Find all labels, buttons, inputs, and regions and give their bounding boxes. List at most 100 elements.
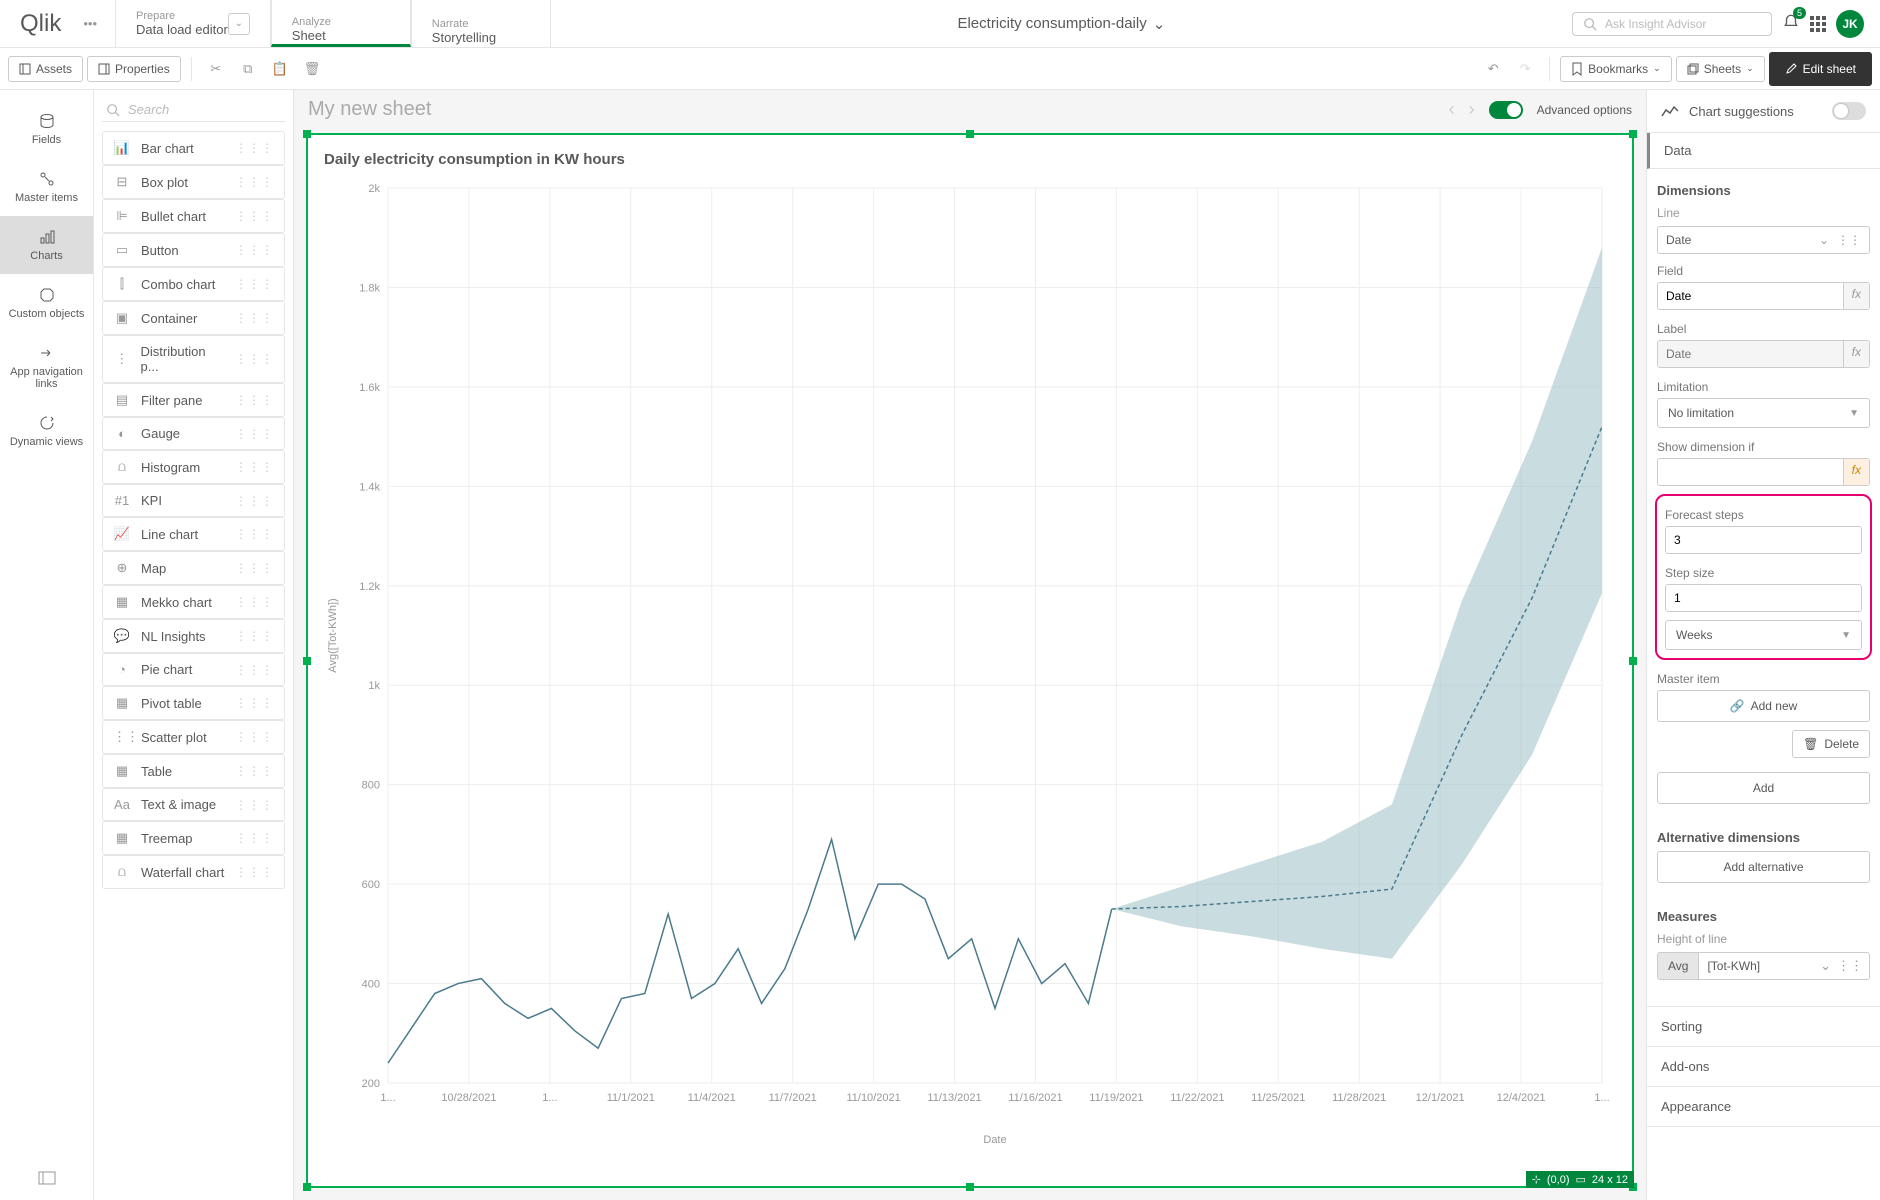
drag-handle-icon[interactable]: ⋮⋮⋮ [235, 209, 274, 223]
bookmarks-button[interactable]: Bookmarks⌄ [1560, 56, 1672, 82]
chart-object[interactable]: Daily electricity consumption in KW hour… [306, 133, 1634, 1188]
chevron-down-icon[interactable]: ⌄ [228, 13, 250, 35]
fx-button[interactable]: fx [1843, 459, 1869, 485]
chart-type-item[interactable]: ▦Mekko chart⋮⋮⋮ [102, 585, 285, 619]
drag-handle-icon[interactable]: ⋮⋮⋮ [235, 427, 274, 441]
add-new-button[interactable]: 🔗Add new [1657, 690, 1870, 722]
chart-type-item[interactable]: ▦Table⋮⋮⋮ [102, 754, 285, 788]
chart-type-item[interactable]: ⫿Combo chart⋮⋮⋮ [102, 267, 285, 301]
drag-handle-icon[interactable]: ⋮⋮⋮ [235, 243, 274, 257]
chart-type-item[interactable]: 📊Bar chart⋮⋮⋮ [102, 131, 285, 165]
chart-search[interactable]: Search [102, 98, 285, 122]
add-button[interactable]: Add [1657, 772, 1870, 804]
apps-grid-icon[interactable] [1810, 16, 1826, 32]
field-input[interactable] [1658, 283, 1843, 309]
drag-handle-icon[interactable]: ⋮⋮⋮ [235, 831, 274, 845]
drag-handle-icon[interactable]: ⋮⋮ [1837, 233, 1861, 247]
drag-handle-icon[interactable]: ⋮⋮⋮ [235, 175, 274, 189]
drag-handle-icon[interactable]: ⋮⋮⋮ [235, 460, 274, 474]
label-input[interactable] [1658, 341, 1843, 367]
chart-type-item[interactable]: #1KPI⋮⋮⋮ [102, 484, 285, 517]
drag-handle-icon[interactable]: ⋮⋮⋮ [235, 730, 274, 744]
suggestions-toggle[interactable] [1832, 102, 1866, 120]
condition-input[interactable] [1658, 459, 1843, 485]
fx-button[interactable]: fx [1843, 341, 1869, 367]
drag-handle-icon[interactable]: ⋮⋮⋮ [235, 764, 274, 778]
nav-tab-analyze[interactable]: AnalyzeSheet [271, 0, 411, 47]
section-sorting[interactable]: Sorting [1647, 1007, 1880, 1047]
paste-icon[interactable]: 📋 [266, 55, 294, 83]
measure-pill[interactable]: Avg [Tot-KWh] ⌄⋮⋮ [1657, 952, 1870, 980]
drag-handle-icon[interactable]: ⋮⋮⋮ [235, 311, 274, 325]
leftnav-appnav[interactable]: App navigation links [0, 332, 93, 402]
chart-type-item[interactable]: ▤Filter pane⋮⋮⋮ [102, 383, 285, 417]
drag-handle-icon[interactable]: ⋮⋮⋮ [235, 663, 274, 677]
drag-handle-icon[interactable]: ⋮⋮⋮ [235, 527, 274, 541]
leftnav-fields[interactable]: Fields [0, 100, 93, 158]
delete-icon[interactable]: 🗑 [298, 55, 326, 83]
fx-button[interactable]: fx [1843, 283, 1869, 309]
undo-icon[interactable]: ↶ [1479, 55, 1507, 83]
chart-type-item[interactable]: ▣Container⋮⋮⋮ [102, 301, 285, 335]
properties-button[interactable]: Properties [87, 56, 181, 82]
chart-type-item[interactable]: ⋮Distribution p...⋮⋮⋮ [102, 335, 285, 383]
asset-panel-collapse-icon[interactable] [26, 1159, 68, 1200]
chart-type-item[interactable]: ⊕Map⋮⋮⋮ [102, 551, 285, 585]
next-sheet-icon[interactable]: › [1469, 99, 1475, 120]
avatar[interactable]: JK [1836, 10, 1864, 38]
forecast-steps-input[interactable] [1666, 527, 1861, 553]
more-icon[interactable]: ••• [73, 16, 107, 31]
drag-handle-icon[interactable]: ⋮⋮⋮ [235, 595, 274, 609]
advanced-toggle[interactable] [1489, 101, 1523, 119]
chart-type-item[interactable]: ⋮⋮Scatter plot⋮⋮⋮ [102, 720, 285, 754]
section-addons[interactable]: Add-ons [1647, 1047, 1880, 1087]
insight-search[interactable]: Ask Insight Advisor [1572, 12, 1772, 36]
drag-handle-icon[interactable]: ⋮⋮⋮ [235, 865, 274, 879]
chart-type-item[interactable]: ◐Gauge⋮⋮⋮ [102, 417, 285, 450]
chart-type-item[interactable]: ⊫Bullet chart⋮⋮⋮ [102, 199, 285, 233]
chart-type-item[interactable]: ⩍Histogram⋮⋮⋮ [102, 450, 285, 484]
chart-type-item[interactable]: ▦Pivot table⋮⋮⋮ [102, 686, 285, 720]
add-alternative-button[interactable]: Add alternative [1657, 851, 1870, 883]
cut-icon[interactable]: ✂ [202, 55, 230, 83]
step-unit-select[interactable]: Weeks▼ [1665, 620, 1862, 650]
nav-tab-prepare[interactable]: PrepareData load editor ⌄ [115, 0, 271, 47]
drag-handle-icon[interactable]: ⋮⋮⋮ [235, 352, 274, 366]
limitation-select[interactable]: No limitation▼ [1657, 398, 1870, 428]
drag-handle-icon[interactable]: ⋮⋮⋮ [235, 494, 274, 508]
section-appearance[interactable]: Appearance [1647, 1087, 1880, 1127]
chart-type-item[interactable]: ⊟Box plot⋮⋮⋮ [102, 165, 285, 199]
assets-button[interactable]: Assets [8, 56, 83, 82]
drag-handle-icon[interactable]: ⋮⋮⋮ [235, 629, 274, 643]
app-title[interactable]: Electricity consumption-daily⌄ [551, 15, 1572, 33]
redo-icon[interactable]: ↷ [1511, 55, 1539, 83]
prev-sheet-icon[interactable]: ‹ [1449, 99, 1455, 120]
chart-suggestions[interactable]: Chart suggestions [1647, 90, 1880, 133]
sheet-title[interactable]: My new sheet [308, 98, 431, 121]
notifications-icon[interactable]: 5 [1782, 13, 1800, 34]
drag-handle-icon[interactable]: ⋮⋮⋮ [235, 141, 274, 155]
copy-icon[interactable]: ⧉ [234, 55, 262, 83]
chart-type-item[interactable]: ◔Pie chart⋮⋮⋮ [102, 653, 285, 686]
step-size-input[interactable] [1666, 585, 1861, 611]
nav-tab-narrate[interactable]: NarrateStorytelling [411, 0, 551, 47]
chart-type-item[interactable]: ⩍Waterfall chart⋮⋮⋮ [102, 855, 285, 889]
leftnav-master[interactable]: Master items [0, 158, 93, 216]
chart-type-item[interactable]: 📈Line chart⋮⋮⋮ [102, 517, 285, 551]
leftnav-custom[interactable]: Custom objects [0, 274, 93, 332]
chart-type-item[interactable]: ▭Button⋮⋮⋮ [102, 233, 285, 267]
drag-handle-icon[interactable]: ⋮⋮⋮ [235, 561, 274, 575]
dimension-pill[interactable]: Date⌄⋮⋮ [1657, 226, 1870, 254]
drag-handle-icon[interactable]: ⋮⋮⋮ [235, 798, 274, 812]
leftnav-dynamic[interactable]: Dynamic views [0, 402, 93, 460]
drag-handle-icon[interactable]: ⋮⋮ [1837, 958, 1863, 974]
chart-type-item[interactable]: 💬NL Insights⋮⋮⋮ [102, 619, 285, 653]
chart-type-item[interactable]: AaText & image⋮⋮⋮ [102, 788, 285, 821]
drag-handle-icon[interactable]: ⋮⋮⋮ [235, 393, 274, 407]
leftnav-charts[interactable]: Charts [0, 216, 93, 274]
delete-button[interactable]: 🗑Delete [1792, 730, 1870, 758]
drag-handle-icon[interactable]: ⋮⋮⋮ [235, 696, 274, 710]
edit-sheet-button[interactable]: Edit sheet [1769, 52, 1872, 86]
section-data[interactable]: Data [1647, 133, 1880, 169]
drag-handle-icon[interactable]: ⋮⋮⋮ [235, 277, 274, 291]
